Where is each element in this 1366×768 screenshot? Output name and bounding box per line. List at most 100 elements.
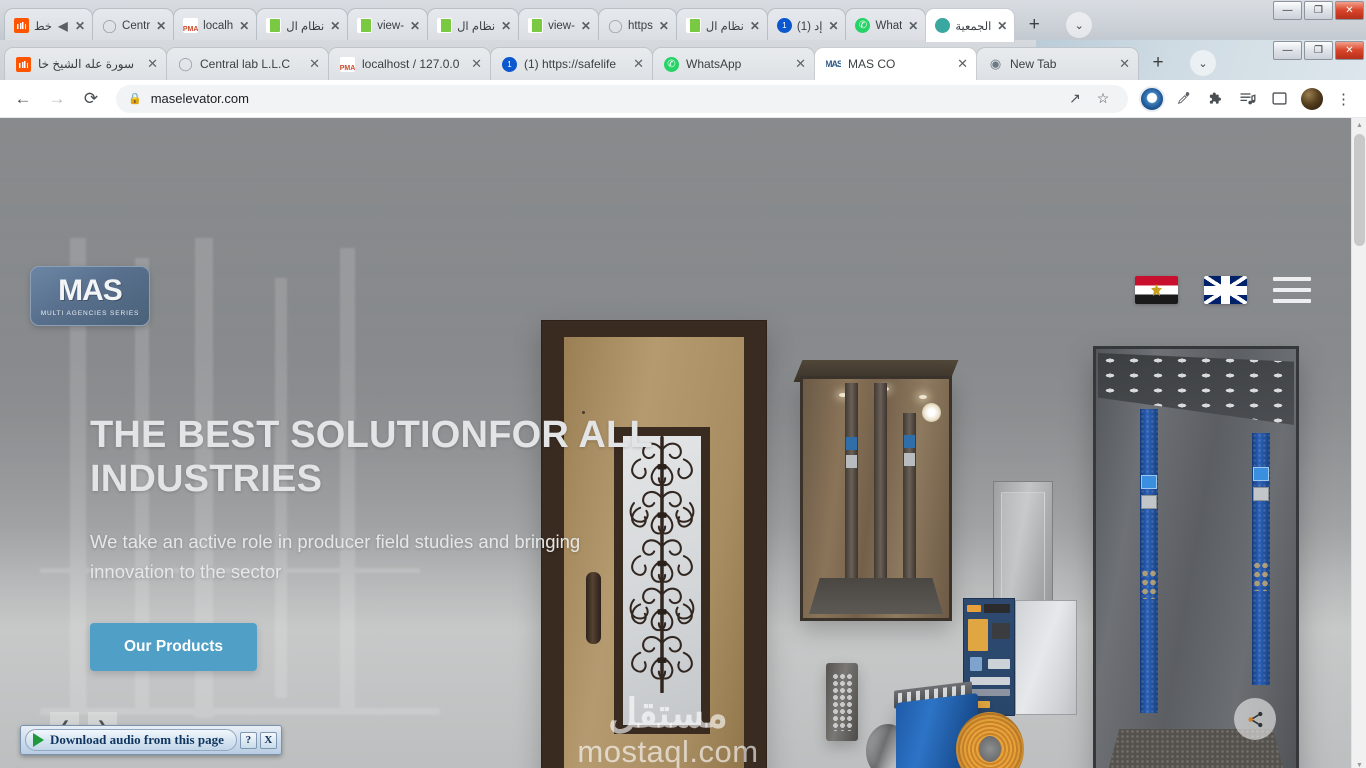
- cabin-pillar: [845, 383, 858, 588]
- scrollbar-thumb[interactable]: [1354, 134, 1365, 246]
- avatar[interactable]: [1297, 84, 1326, 113]
- reload-button[interactable]: ⟳: [76, 84, 106, 114]
- minimize-button[interactable]: —: [1273, 1, 1302, 20]
- background-tab[interactable]: خط ◀ ✕: [4, 8, 94, 42]
- close-icon[interactable]: ✕: [238, 20, 250, 32]
- hamburger-menu-icon[interactable]: [1273, 277, 1311, 303]
- close-icon[interactable]: ✕: [471, 56, 482, 72]
- new-tab-button[interactable]: +: [1020, 11, 1048, 39]
- indicator-panel: [1253, 487, 1269, 501]
- browser-window: سورة عله الشيخ خا ✕ ◯ Central lab L.L.C …: [0, 40, 1366, 768]
- wood-elevator-cabin-image: [793, 360, 959, 621]
- scroll-down-icon[interactable]: ▼: [1352, 758, 1366, 768]
- extensions-puzzle-icon[interactable]: [1201, 84, 1230, 113]
- close-icon[interactable]: ✕: [74, 20, 86, 32]
- share-icon[interactable]: ↗: [1062, 86, 1088, 112]
- badge-icon: 1: [502, 56, 517, 72]
- speaker-icon[interactable]: ◀: [57, 20, 69, 32]
- download-audio-bar[interactable]: Download audio from this page ? X: [20, 725, 282, 755]
- tab-search-icon[interactable]: ⌄: [1190, 50, 1216, 76]
- floor-buttons: [1253, 561, 1269, 591]
- download-audio-button[interactable]: Download audio from this page: [25, 729, 237, 751]
- hero-section: MAS MULTI AGENCIES SERIES THE BEST SOLUT…: [0, 118, 1351, 768]
- browser-toolbar: ← → ⟳ 🔒 maselevator.com ↗ ☆ ⋮: [0, 80, 1366, 118]
- background-tab[interactable]: ◯ https ✕: [597, 8, 677, 42]
- close-window-button[interactable]: ✕: [1335, 1, 1364, 20]
- back-button[interactable]: ←: [8, 84, 38, 114]
- tab-central-lab[interactable]: ◯ Central lab L.L.C ✕: [166, 47, 329, 80]
- minimize-button[interactable]: —: [1273, 41, 1302, 60]
- maximize-button[interactable]: ❐: [1304, 41, 1333, 60]
- close-icon[interactable]: ✕: [795, 56, 806, 72]
- chrome-menu-icon[interactable]: ⋮: [1329, 84, 1358, 113]
- globe-icon: ◯: [102, 18, 117, 33]
- page-scrollbar[interactable]: ▲ ▼: [1351, 118, 1366, 768]
- hero-copy: THE BEST SOLUTIONFOR ALL INDUSTRIES We t…: [90, 414, 790, 672]
- close-icon[interactable]: ✕: [1119, 56, 1130, 72]
- car-display: [846, 437, 857, 450]
- new-tab-button[interactable]: +: [1144, 49, 1172, 77]
- egypt-flag-icon[interactable]: [1135, 276, 1178, 304]
- ceiling-light-pattern: [1098, 353, 1294, 425]
- background-tab-active[interactable]: الجمعية ✕: [925, 8, 1016, 42]
- tab-new-tab[interactable]: ◉ New Tab ✕: [976, 47, 1139, 80]
- close-icon[interactable]: ✕: [409, 20, 421, 32]
- our-products-button[interactable]: Our Products: [90, 623, 258, 672]
- tab-quran-audio[interactable]: سورة عله الشيخ خا ✕: [4, 47, 167, 80]
- close-icon[interactable]: ✕: [147, 56, 158, 72]
- background-tab[interactable]: view- ✕: [347, 8, 429, 42]
- tab-whatsapp[interactable]: ✆ WhatsApp ✕: [652, 47, 815, 80]
- tab-safelife[interactable]: 1 (1) https://safelife ✕: [490, 47, 653, 80]
- address-bar[interactable]: 🔒 maselevator.com ↗ ☆: [116, 84, 1128, 113]
- tab-search-icon[interactable]: ⌄: [1066, 12, 1093, 38]
- background-tab[interactable]: نظام ال ✕: [675, 8, 768, 42]
- tab-mas-co[interactable]: MAS MAS CO ✕: [814, 47, 977, 80]
- close-icon[interactable]: ✕: [658, 20, 670, 32]
- close-icon[interactable]: ✕: [827, 20, 839, 32]
- close-icon[interactable]: ✕: [309, 56, 320, 72]
- help-button[interactable]: ?: [239, 731, 257, 749]
- background-tab[interactable]: نظام ال ✕: [256, 8, 349, 42]
- close-icon[interactable]: ✕: [996, 20, 1008, 32]
- close-download-bar-button[interactable]: X: [259, 731, 277, 749]
- background-tab[interactable]: 1 (1) إد ✕: [766, 8, 847, 42]
- close-icon[interactable]: ✕: [329, 20, 341, 32]
- background-tab[interactable]: نظام ال ✕: [427, 8, 520, 42]
- tab-label: MAS CO: [848, 57, 896, 71]
- eyedropper-icon[interactable]: [1169, 84, 1198, 113]
- close-window-button[interactable]: ✕: [1335, 41, 1364, 60]
- close-icon[interactable]: ✕: [957, 56, 968, 72]
- tab-label: view-: [377, 19, 405, 32]
- close-icon[interactable]: ✕: [155, 20, 167, 32]
- background-tab[interactable]: PMA localh ✕: [173, 8, 258, 42]
- tab-localhost[interactable]: PMA localhost / 127.0.0 ✕: [328, 47, 491, 80]
- tab-label: نظام ال: [286, 20, 325, 33]
- background-tab[interactable]: ✆ What ✕: [845, 8, 927, 42]
- car-operating-panel: [1140, 409, 1158, 713]
- close-icon[interactable]: ✕: [749, 20, 761, 32]
- site-logo[interactable]: MAS MULTI AGENCIES SERIES: [30, 266, 150, 326]
- tab-label: (1) إد: [796, 20, 823, 33]
- close-icon[interactable]: ✕: [580, 20, 592, 32]
- forward-button[interactable]: →: [42, 84, 72, 114]
- tab-label: سورة عله الشيخ خا: [38, 57, 135, 71]
- uk-flag-icon[interactable]: [1204, 276, 1247, 304]
- green-doc-icon: [685, 18, 701, 33]
- car-operating-panel: [904, 453, 915, 466]
- bookmark-star-icon[interactable]: ☆: [1090, 86, 1116, 112]
- close-icon[interactable]: ✕: [907, 20, 919, 32]
- opera-extension-icon[interactable]: [1137, 84, 1166, 113]
- green-doc-icon: [528, 18, 544, 33]
- download-audio-label: Download audio from this page: [50, 732, 224, 747]
- close-icon[interactable]: ✕: [500, 20, 512, 32]
- close-icon[interactable]: ✕: [633, 56, 644, 72]
- reading-list-icon[interactable]: [1233, 84, 1262, 113]
- side-panel-icon[interactable]: [1265, 84, 1294, 113]
- car-display: [904, 435, 915, 448]
- maximize-button[interactable]: ❐: [1304, 1, 1333, 20]
- scroll-up-icon[interactable]: ▲: [1352, 118, 1366, 133]
- background-tab[interactable]: view- ✕: [518, 8, 599, 42]
- background-tab[interactable]: ◯ Centr ✕: [92, 8, 175, 42]
- page-viewport: MAS MULTI AGENCIES SERIES THE BEST SOLUT…: [0, 118, 1366, 768]
- tab-label: (1) https://safelife: [524, 57, 617, 71]
